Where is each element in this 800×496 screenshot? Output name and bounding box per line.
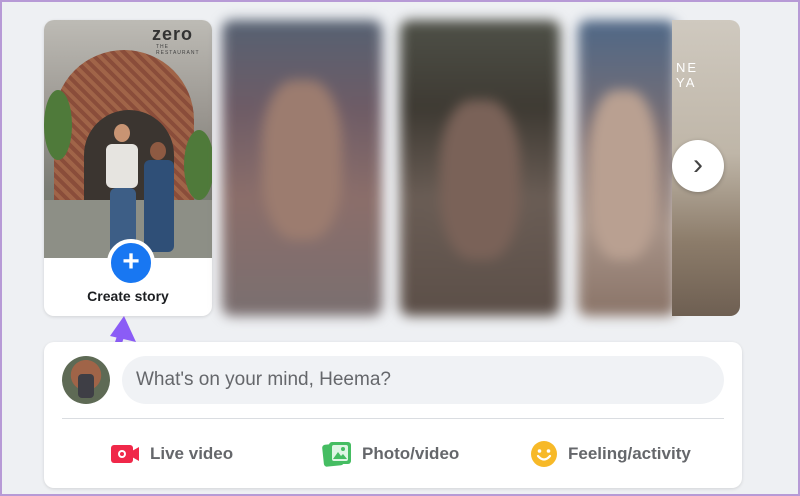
photo-video-label: Photo/video	[362, 444, 460, 463]
composer-divider	[62, 418, 724, 419]
avatar[interactable]	[62, 356, 110, 404]
story-card[interactable]	[578, 20, 676, 316]
photo-video-button[interactable]: Photo/video	[322, 434, 459, 474]
chevron-right-icon: ›	[693, 148, 703, 181]
live-video-button[interactable]: Live video	[110, 434, 233, 474]
create-story-photo: zero THE RESTAURANT	[44, 20, 212, 258]
create-story-label: Create story	[87, 288, 169, 304]
person-1	[102, 124, 142, 254]
feeling-icon	[531, 441, 557, 467]
person-1-head	[114, 124, 130, 142]
person-2	[140, 142, 178, 254]
live-video-label: Live video	[150, 444, 234, 463]
story-blur-shape	[440, 100, 520, 260]
stories-tray: zero THE RESTAURANT + Create story NE YA	[44, 20, 740, 318]
live-video-icon	[111, 445, 139, 463]
person-2-dress	[144, 160, 174, 252]
story-blur-shape	[262, 80, 342, 240]
story-blur-shape	[588, 90, 658, 260]
restaurant-sign: zero	[152, 24, 194, 44]
photo-video-icon	[322, 442, 351, 467]
person-2-head	[150, 142, 166, 160]
avatar-figure	[78, 374, 94, 398]
feeling-activity-button[interactable]: Feeling/activity	[530, 434, 691, 474]
next-stories-button[interactable]: ›	[672, 140, 724, 192]
story-card[interactable]	[400, 20, 560, 316]
whats-on-your-mind-input[interactable]	[122, 356, 724, 404]
post-composer: Live video Photo/video Feeling/activity	[44, 342, 742, 488]
story-card[interactable]	[222, 20, 382, 316]
create-story-card[interactable]: zero THE RESTAURANT + Create story	[44, 20, 212, 316]
restaurant-sign-sub: THE RESTAURANT	[156, 44, 200, 56]
person-1-shirt	[106, 144, 138, 188]
side-photo-text: NE YA	[676, 60, 699, 90]
plant-right	[184, 130, 212, 200]
plant-left	[44, 90, 72, 160]
add-story-button[interactable]: +	[107, 239, 155, 287]
feeling-activity-label: Feeling/activity	[568, 444, 691, 463]
